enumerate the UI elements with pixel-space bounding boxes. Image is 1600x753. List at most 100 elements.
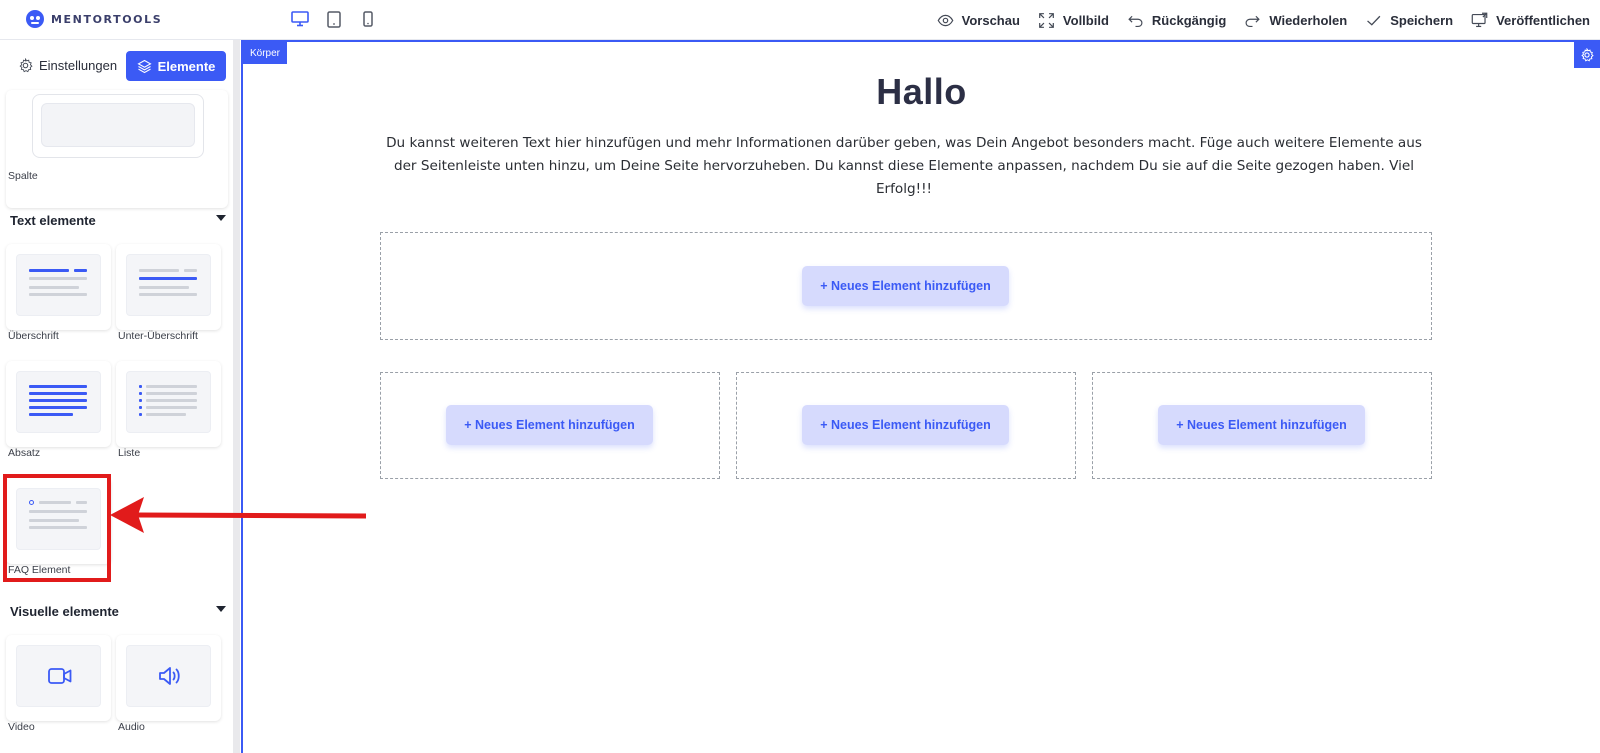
publish-button[interactable]: Veröffentlichen xyxy=(1471,12,1590,29)
page-text[interactable]: Du kannst weiteren Text hier hinzufügen … xyxy=(373,132,1435,201)
logo[interactable]: MENTORTOOLS xyxy=(25,9,162,29)
preview-line xyxy=(29,293,87,296)
publish-icon xyxy=(1471,12,1488,27)
element-card-label: Spalte xyxy=(8,170,38,182)
video-icon xyxy=(48,668,72,684)
tab-elements[interactable]: Elemente xyxy=(126,51,226,81)
toolbar-actions: Vorschau Vollbild Rückgängig Wiederholen… xyxy=(937,0,1600,40)
add-element-button[interactable]: + Neues Element hinzufügen xyxy=(802,405,1009,445)
undo-icon xyxy=(1128,15,1143,27)
redo-button[interactable]: Wiederholen xyxy=(1244,12,1347,29)
video-preview xyxy=(16,645,101,707)
preview-bullet xyxy=(139,385,142,388)
element-card-label: Überschrift xyxy=(8,330,59,342)
annotation-highlight-box xyxy=(3,474,111,582)
element-card-spalte[interactable]: Spalte xyxy=(6,90,228,208)
paragraph-preview xyxy=(16,371,101,433)
drop-zone-column-2[interactable]: + Neues Element hinzufügen xyxy=(736,372,1076,479)
subheading-preview xyxy=(126,254,211,316)
preview-line xyxy=(29,413,73,416)
audio-preview xyxy=(126,645,211,707)
preview-line xyxy=(29,406,87,409)
column-preview-inner xyxy=(41,103,195,147)
preview-line xyxy=(139,293,197,296)
fullscreen-button[interactable]: Vollbild xyxy=(1038,12,1109,29)
add-element-button[interactable]: + Neues Element hinzufügen xyxy=(1158,405,1365,445)
element-card-video[interactable] xyxy=(6,635,111,721)
top-toolbar: MENTORTOOLS Vorschau Vollbild Rückgängig… xyxy=(0,0,1600,40)
tab-settings[interactable]: Einstellungen xyxy=(18,58,117,73)
section-title-visual: Visuelle elemente xyxy=(10,604,119,619)
preview-line xyxy=(139,269,179,272)
save-label: Speichern xyxy=(1390,12,1454,28)
layers-icon xyxy=(137,59,152,73)
tab-elements-label: Elemente xyxy=(157,58,216,74)
drop-zone-column-3[interactable]: + Neues Element hinzufügen xyxy=(1092,372,1432,479)
preview-bullet xyxy=(139,413,142,416)
preview-button[interactable]: Vorschau xyxy=(937,12,1020,29)
page-canvas[interactable]: Körper Hallo Du kannst weiteren Text hie… xyxy=(241,40,1600,753)
element-card-label: Absatz xyxy=(8,447,41,459)
preview-line xyxy=(29,286,79,289)
preview-line xyxy=(184,269,197,272)
drop-zone-column-1[interactable]: + Neues Element hinzufügen xyxy=(380,372,720,479)
desktop-view-button[interactable] xyxy=(290,9,310,29)
mobile-icon xyxy=(363,11,373,27)
preview-line xyxy=(139,277,197,280)
tab-settings-label: Einstellungen xyxy=(39,58,118,73)
eye-icon xyxy=(937,14,954,26)
tablet-view-button[interactable] xyxy=(324,9,344,29)
canvas-settings-button[interactable] xyxy=(1574,42,1600,68)
element-card-label: Liste xyxy=(118,447,141,459)
tablet-icon xyxy=(327,10,341,28)
device-switcher xyxy=(290,9,378,29)
preview-line xyxy=(146,392,197,395)
preview-line xyxy=(74,269,87,272)
preview-line xyxy=(29,399,87,402)
preview-line xyxy=(146,399,197,402)
redo-label: Wiederholen xyxy=(1269,12,1348,28)
logo-text: MENTORTOOLS xyxy=(51,12,163,26)
expand-icon xyxy=(1039,12,1054,28)
preview-bullet xyxy=(139,392,142,395)
preview-bullet xyxy=(139,399,142,402)
body-label[interactable]: Körper xyxy=(243,42,288,64)
preview-bullet xyxy=(139,406,142,409)
gear-icon xyxy=(19,58,33,73)
sidebar-scrollbar[interactable] xyxy=(233,40,240,753)
add-element-button[interactable]: + Neues Element hinzufügen xyxy=(446,405,653,445)
annotation-arrow-icon xyxy=(110,497,367,533)
element-card-unter-ueberschrift[interactable] xyxy=(116,244,221,330)
element-card-label: Video xyxy=(8,721,35,733)
element-card-ueberschrift[interactable] xyxy=(6,244,111,330)
add-element-button[interactable]: + Neues Element hinzufügen xyxy=(802,266,1009,306)
preview-line xyxy=(139,286,189,289)
save-button[interactable]: Speichern xyxy=(1365,12,1453,29)
preview-line xyxy=(29,392,87,395)
element-card-absatz[interactable] xyxy=(6,361,111,447)
drop-zone-full[interactable]: + Neues Element hinzufügen xyxy=(380,232,1432,340)
preview-line xyxy=(146,385,197,388)
redo-icon xyxy=(1245,15,1261,27)
element-card-liste[interactable] xyxy=(116,361,221,447)
preview-line xyxy=(29,385,87,388)
preview-label: Vorschau xyxy=(961,12,1020,28)
preview-line xyxy=(29,269,69,272)
column-preview xyxy=(32,94,204,158)
preview-line xyxy=(29,277,87,280)
undo-button[interactable]: Rückgängig xyxy=(1127,12,1226,29)
heading-preview xyxy=(16,254,101,316)
element-card-label: Audio xyxy=(118,721,145,733)
caret-down-icon[interactable] xyxy=(216,606,226,612)
list-preview xyxy=(126,371,211,433)
element-card-label: Unter-Überschrift xyxy=(118,330,198,342)
section-title-text: Text elemente xyxy=(10,213,96,228)
element-card-audio[interactable] xyxy=(116,635,221,721)
page-title[interactable]: Hallo xyxy=(243,71,1600,113)
desktop-icon xyxy=(291,11,309,27)
check-icon xyxy=(1367,15,1381,26)
caret-down-icon[interactable] xyxy=(216,215,226,221)
preview-line xyxy=(146,406,197,409)
fullscreen-label: Vollbild xyxy=(1062,12,1109,28)
mobile-view-button[interactable] xyxy=(358,9,378,29)
